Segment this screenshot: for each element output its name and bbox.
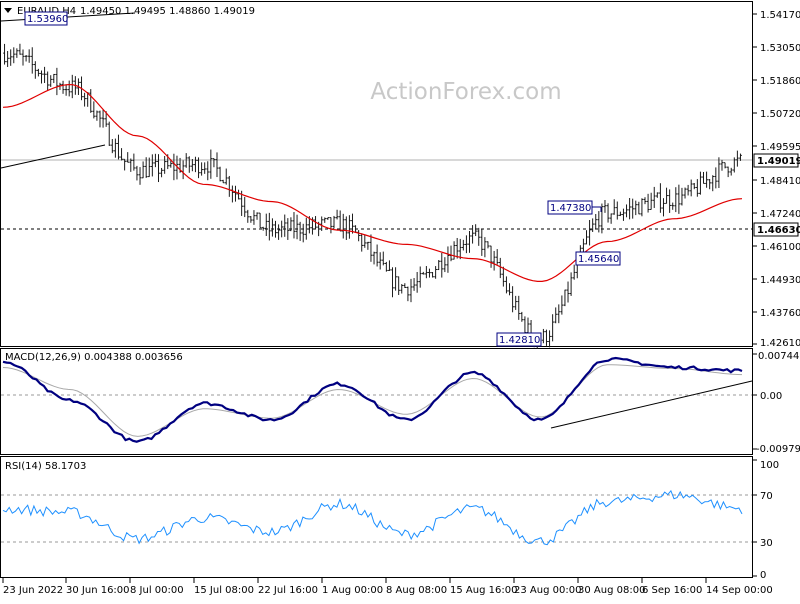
level-label-text: 1.47380 <box>550 203 591 214</box>
macd-title: MACD(12,26,9) 0.004388 0.003656 <box>5 352 183 363</box>
time-tick-label: 14 Sep 00:00 <box>706 585 773 596</box>
price-tick-label: 1.43760 <box>760 308 800 319</box>
time-tick-label: 15 Jul 08:00 <box>194 585 254 596</box>
rsi-title: RSI(14) 58.1703 <box>5 461 86 472</box>
price-tick-label: 1.49595 <box>760 142 800 153</box>
time-tick-label: 6 Sep 16:00 <box>642 585 702 596</box>
time-tick-label: 30 Jun 16:00 <box>66 585 130 596</box>
price-tick-label: 1.54170 <box>760 10 800 21</box>
support-level-tag: 1.46630 <box>753 222 800 237</box>
time-tick-label: 8 Aug 08:00 <box>386 585 447 596</box>
level-label-text: 1.45640 <box>578 254 619 265</box>
price-tick-label: 1.48410 <box>760 176 800 187</box>
time-tick-label: 22 Jul 16:00 <box>258 585 318 596</box>
current-price-tag: 1.49019 <box>753 153 800 168</box>
price-tick-label: 1.50720 <box>760 109 800 120</box>
level-label-145640: 1.45640 <box>575 251 621 266</box>
current-price-tag-text: 1.49019 <box>757 156 800 167</box>
time-tick-label: 30 Aug 08:00 <box>578 585 645 596</box>
rsi-tick-label: 0 <box>760 570 766 581</box>
macd-tick-label: 0.00 <box>760 391 782 402</box>
macd-tick-label: -0.009794 <box>756 444 800 455</box>
time-tick-label: 23 Jun 2022 <box>3 585 63 596</box>
ohlc-values: 1.49450 1.49495 1.48860 1.49019 <box>80 6 255 17</box>
time-tick-label: 15 Aug 16:00 <box>450 585 517 596</box>
price-tick-label: 1.47240 <box>760 209 800 220</box>
time-tick-label: 1 Aug 00:00 <box>322 585 383 596</box>
level-label-153960: 1.53960 <box>24 11 68 26</box>
support-level-tag-text: 1.46630 <box>757 225 800 236</box>
macd-tick-label: 0.007441 <box>758 351 800 362</box>
rsi-tick-label: 70 <box>760 491 773 502</box>
price-tick-label: 1.51860 <box>760 76 800 87</box>
price-tick-label: 1.44930 <box>760 275 800 286</box>
price-tick-label: 1.42610 <box>760 338 800 349</box>
price-tick-label: 1.46100 <box>760 242 800 253</box>
trading-chart[interactable]: EURAUD,H4 1.49450 1.49495 1.48860 1.4901… <box>0 0 800 600</box>
rsi-tick-label: 30 <box>760 538 773 549</box>
watermark: ActionForex.com <box>370 79 561 105</box>
level-label-142810: 1.42810 <box>496 332 542 347</box>
price-tick-label: 1.53050 <box>760 43 800 54</box>
level-label-text: 1.42810 <box>499 335 540 346</box>
chart-canvas[interactable]: EURAUD,H4 1.49450 1.49495 1.48860 1.4901… <box>0 0 800 600</box>
time-tick-label: 23 Aug 00:00 <box>514 585 581 596</box>
level-label-text: 1.53960 <box>27 14 68 25</box>
time-tick-label: 8 Jul 00:00 <box>130 585 184 596</box>
rsi-tick-label: 100 <box>760 460 779 471</box>
